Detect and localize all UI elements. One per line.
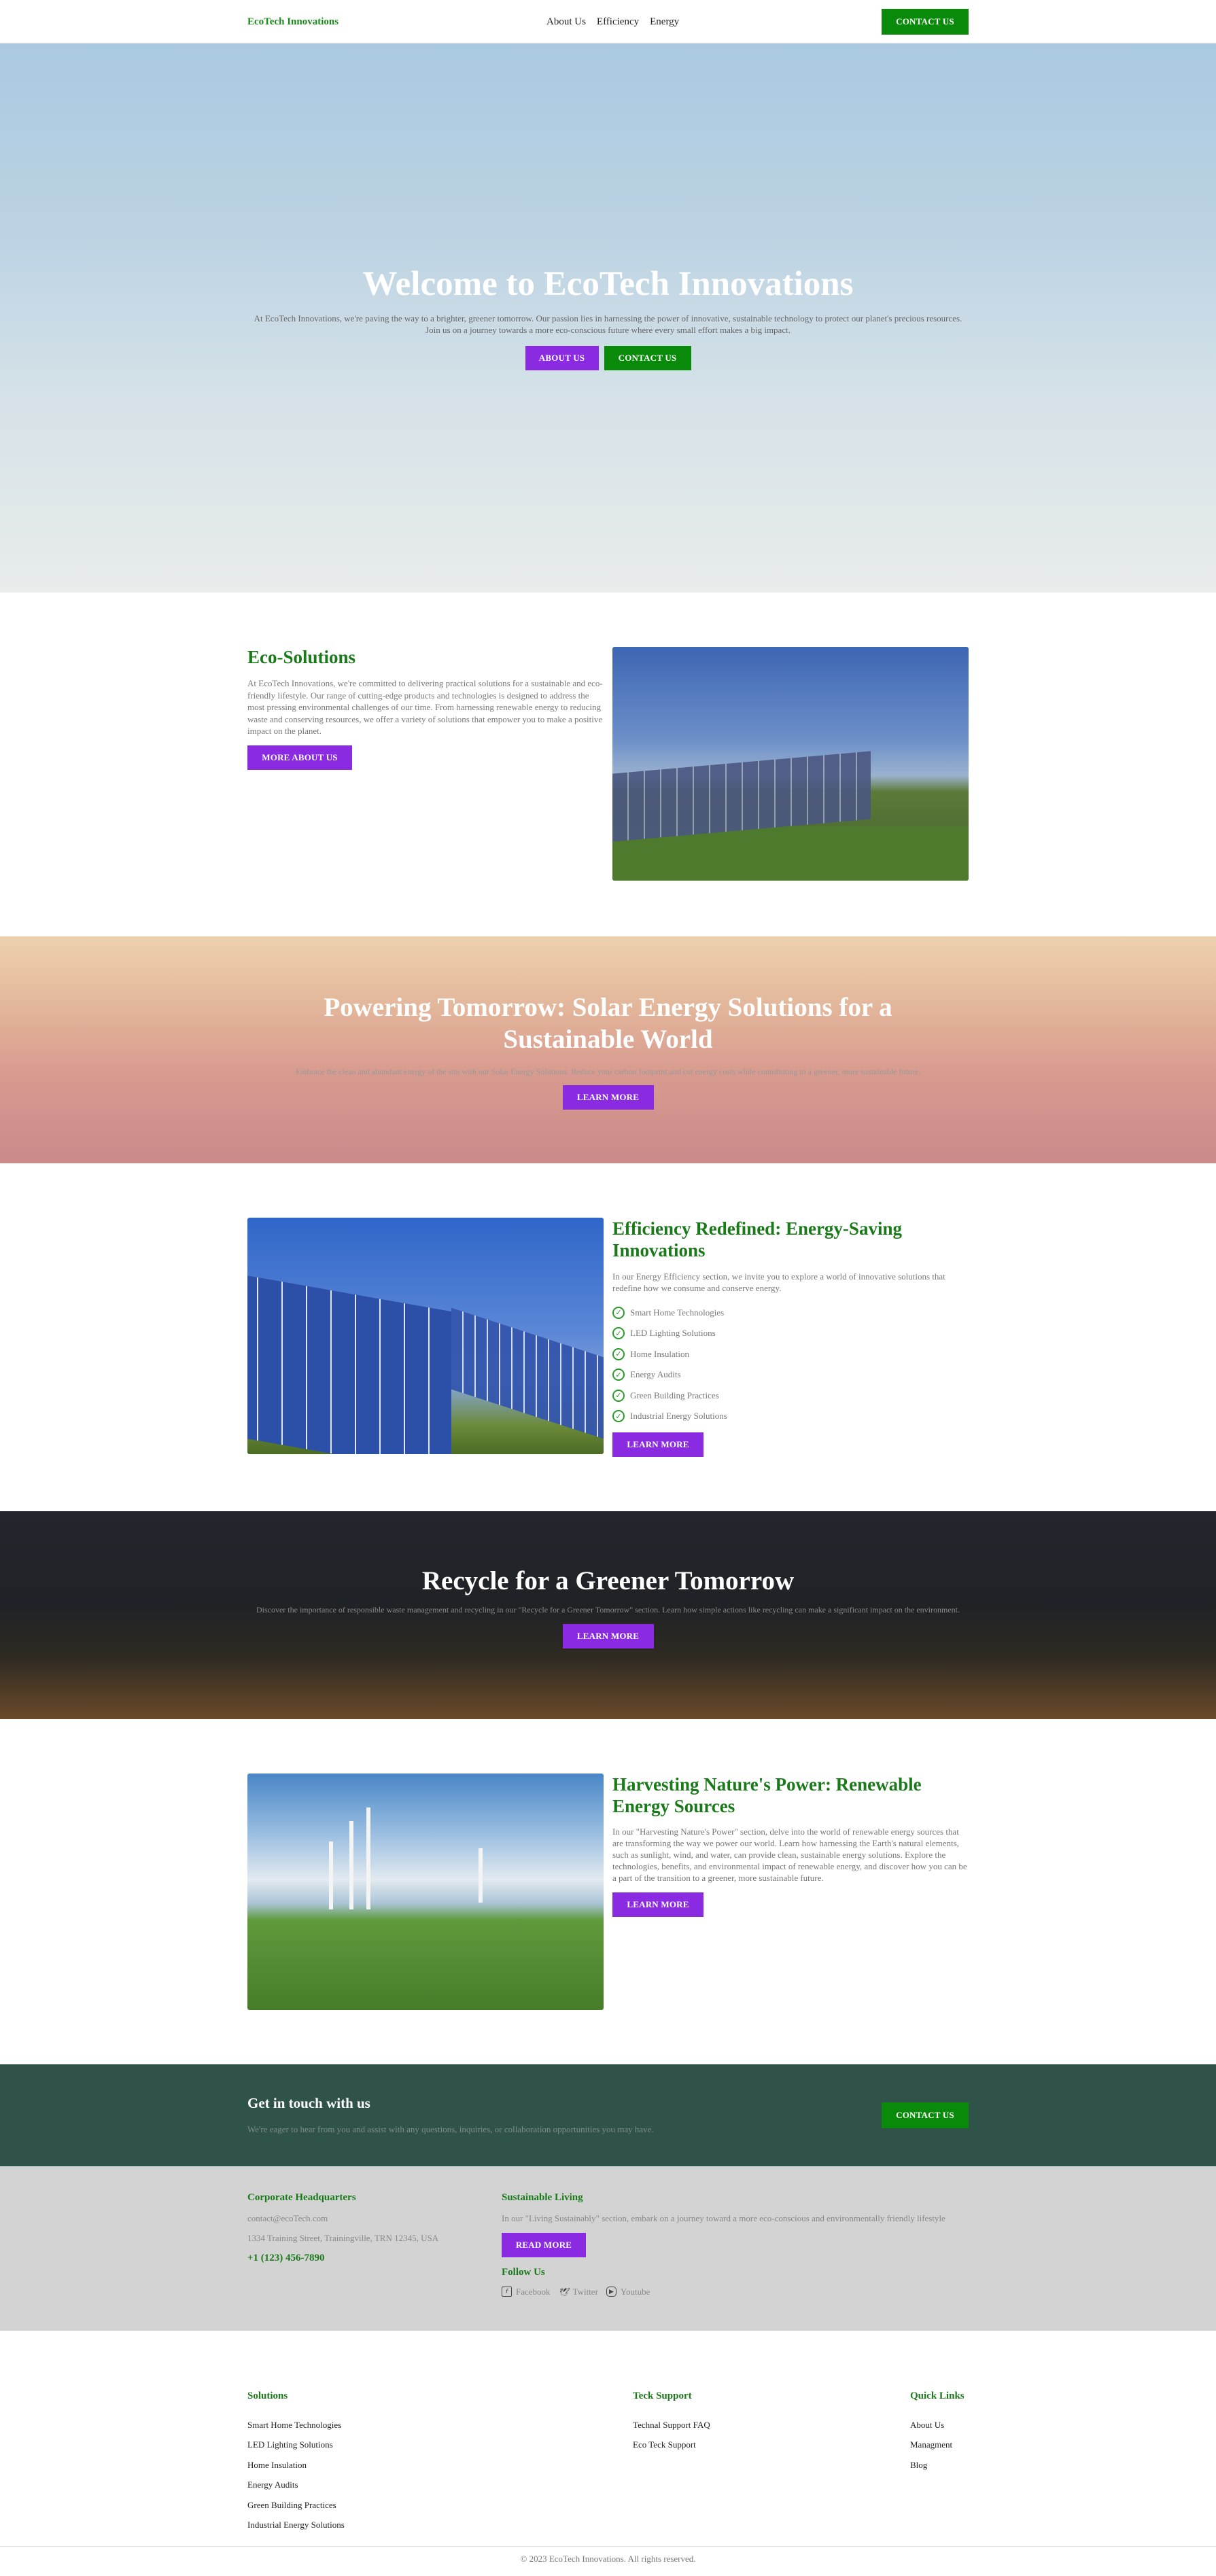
- list-item: ✓ Green Building Practices: [612, 1386, 969, 1407]
- solar-banner-text: Embrace the clean and abundant energy of…: [295, 1066, 921, 1076]
- check-circle-icon: ✓: [612, 1327, 625, 1340]
- harvesting-learn-more-button[interactable]: LEARN MORE: [612, 1892, 703, 1917]
- social-youtube[interactable]: ▶ Youtube: [606, 2287, 650, 2297]
- eco-text: At EcoTech Innovations, we're committed …: [247, 678, 603, 737]
- hero-text: At EcoTech Innovations, we're paving the…: [254, 313, 962, 335]
- efficiency-title: Efficiency Redefined: Energy-Saving Inno…: [612, 1218, 902, 1261]
- eco-solutions-section: Eco-Solutions At EcoTech Innovations, we…: [0, 593, 1216, 936]
- footer-support-title: Teck Support: [633, 2390, 692, 2401]
- contact-band-title: Get in touch with us: [247, 2095, 370, 2112]
- efficiency-text: In our Energy Efficiency section, we inv…: [612, 1271, 945, 1293]
- efficiency-list: ✓ Smart Home Technologies ✓ LED Lighting S…: [612, 1303, 969, 1427]
- social-links: f Facebook 🕊 Twitter ▶ Youtube: [502, 2287, 945, 2297]
- sustainable-living-text: In our "Living Sustainably" section, emb…: [502, 2212, 945, 2223]
- hero-contact-button[interactable]: CONTACT US: [604, 345, 691, 370]
- contact-email[interactable]: contact@ecoTech.com: [247, 2213, 502, 2224]
- footer-link[interactable]: Technal Support FAQ: [633, 2420, 710, 2440]
- footer-link[interactable]: Industrial Energy Solutions: [247, 2520, 345, 2540]
- solar-field-image: [612, 647, 969, 881]
- youtube-icon: ▶: [606, 2287, 616, 2297]
- hero-section: Welcome to EcoTech Innovations At EcoTec…: [0, 43, 1216, 593]
- harvesting-text: In our "Harvesting Nature's Power" secti…: [612, 1827, 967, 1883]
- solar-banner: Powering Tomorrow: Solar Energy Solution…: [0, 936, 1216, 1163]
- harvesting-title: Harvesting Nature's Power: Renewable Ene…: [612, 1774, 922, 1816]
- header-contact-button[interactable]: CONTACT US: [882, 9, 969, 35]
- social-twitter[interactable]: 🕊 Twitter: [558, 2287, 597, 2297]
- footer-links-title: Quick Links: [910, 2390, 965, 2401]
- footer-link[interactable]: Home Insulation: [247, 2460, 345, 2480]
- main-nav: About Us Efficiency Energy: [546, 16, 679, 28]
- follow-us-title: Follow Us: [502, 2266, 545, 2278]
- footer-link[interactable]: Smart Home Technologies: [247, 2420, 345, 2440]
- efficiency-section: Efficiency Redefined: Energy-Saving Inno…: [0, 1163, 1216, 1511]
- efficiency-learn-more-button[interactable]: LEARN MORE: [612, 1432, 703, 1457]
- solar-panels-image: [247, 1218, 604, 1454]
- recycle-banner-title: Recycle for a Greener Tomorrow: [421, 1566, 795, 1595]
- check-circle-icon: ✓: [612, 1369, 625, 1381]
- site-footer: Solutions Smart Home Technologies LED Li…: [0, 2331, 1216, 2546]
- footer-link[interactable]: Managment: [910, 2439, 969, 2460]
- check-circle-icon: ✓: [612, 1306, 625, 1319]
- footer-link[interactable]: LED Lighting Solutions: [247, 2439, 345, 2460]
- read-more-button[interactable]: READ MORE: [502, 2232, 586, 2257]
- more-about-us-button[interactable]: MORE ABOUT US: [247, 745, 352, 770]
- logo[interactable]: EcoTech Innovations: [247, 16, 338, 28]
- eco-title: Eco-Solutions: [247, 647, 356, 667]
- list-item: ✓ Energy Audits: [612, 1364, 969, 1386]
- recycle-banner: Recycle for a Greener Tomorrow Discover …: [0, 1511, 1216, 1719]
- contact-band: Get in touch with us We're eager to hear…: [0, 2064, 1216, 2166]
- contact-band-button[interactable]: CONTACT US: [882, 2102, 969, 2128]
- harvesting-section: Harvesting Nature's Power: Renewable Ene…: [0, 1719, 1216, 2064]
- footer-link[interactable]: Blog: [910, 2460, 969, 2480]
- solar-learn-more-button[interactable]: LEARN MORE: [562, 1085, 654, 1110]
- nav-about-us[interactable]: About Us: [546, 16, 586, 28]
- list-item: ✓ Industrial Energy Solutions: [612, 1406, 969, 1427]
- solar-banner-title: Powering Tomorrow: Solar Energy Solution…: [324, 993, 892, 1054]
- footer-link[interactable]: Energy Audits: [247, 2480, 345, 2500]
- check-circle-icon: ✓: [612, 1389, 625, 1402]
- contact-band-text: We're eager to hear from you and assist …: [247, 2124, 654, 2135]
- hero-about-button[interactable]: ABOUT US: [525, 345, 599, 370]
- copyright: © 2023 EcoTech Innovations. All rights r…: [0, 2545, 1216, 2571]
- info-section: Corporate Headquarters contact@ecoTech.c…: [0, 2166, 1216, 2331]
- contact-address: 1334 Training Street, Trainingville, TRN…: [247, 2232, 439, 2243]
- footer-link[interactable]: About Us: [910, 2420, 969, 2440]
- social-facebook[interactable]: f Facebook: [502, 2287, 551, 2297]
- hero-title: Welcome to EcoTech Innovations: [362, 265, 854, 303]
- site-header: EcoTech Innovations About Us Efficiency …: [0, 0, 1216, 43]
- check-circle-icon: ✓: [612, 1347, 625, 1360]
- facebook-icon: f: [502, 2287, 512, 2297]
- nav-energy[interactable]: Energy: [650, 16, 679, 28]
- sustainable-living-title: Sustainable Living: [502, 2191, 583, 2203]
- contact-phone[interactable]: +1 (123) 456-7890: [247, 2253, 502, 2264]
- check-circle-icon: ✓: [612, 1410, 625, 1423]
- footer-link[interactable]: Eco Teck Support: [633, 2439, 710, 2460]
- recycle-banner-text: Discover the importance of responsible w…: [256, 1605, 960, 1615]
- nav-efficiency[interactable]: Efficiency: [597, 16, 639, 28]
- footer-link[interactable]: Green Building Practices: [247, 2500, 345, 2520]
- twitter-icon: 🕊: [558, 2287, 569, 2297]
- recycle-learn-more-button[interactable]: LEARN MORE: [562, 1623, 654, 1648]
- hq-title: Corporate Headquarters: [247, 2191, 356, 2203]
- wind-turbines-image: [247, 1773, 604, 2010]
- list-item: ✓ LED Lighting Solutions: [612, 1323, 969, 1344]
- list-item: ✓ Smart Home Technologies: [612, 1303, 969, 1324]
- footer-solutions-title: Solutions: [247, 2390, 288, 2401]
- list-item: ✓ Home Insulation: [612, 1344, 969, 1365]
